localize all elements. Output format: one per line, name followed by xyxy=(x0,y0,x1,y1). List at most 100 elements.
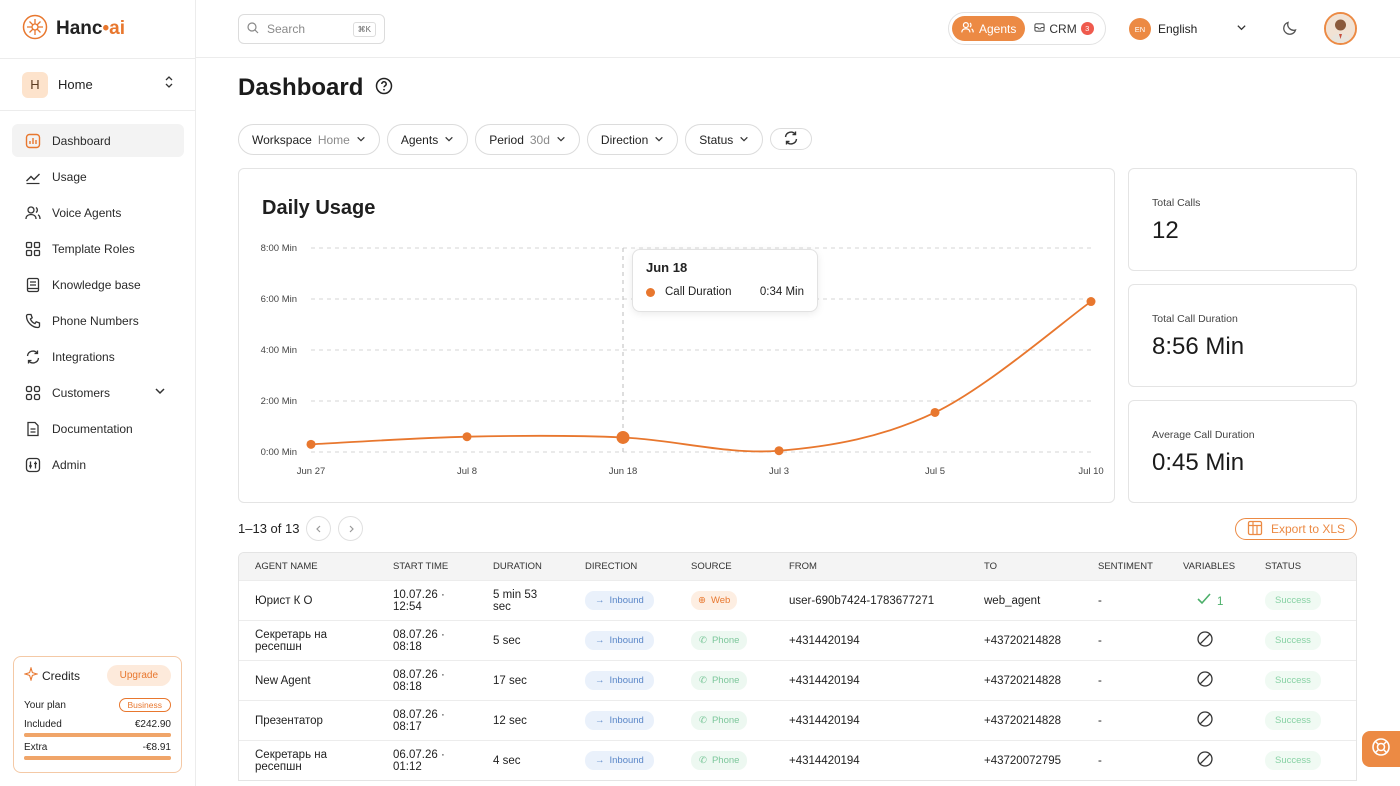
from-cell: +4314420194 xyxy=(789,634,860,647)
crm-tab[interactable]: CRM 3 xyxy=(1034,22,1094,36)
workspace-switcher[interactable]: H Home xyxy=(0,58,196,111)
column-header[interactable]: To xyxy=(984,561,1098,572)
filter-status[interactable]: Status xyxy=(685,124,764,155)
status-cell: Success xyxy=(1265,591,1345,610)
language-select[interactable]: EN English xyxy=(1129,18,1247,40)
variables-cell xyxy=(1183,711,1265,730)
sidebar-item-label: Dashboard xyxy=(52,133,111,148)
help-button[interactable] xyxy=(1362,731,1400,767)
x-tick-label: Jun 27 xyxy=(297,466,326,477)
filter-agents[interactable]: Agents xyxy=(386,124,469,155)
extra-label: Extra xyxy=(24,742,48,753)
stat-total-calls: Total Calls 12 xyxy=(1128,168,1357,271)
sidebar-item-admin[interactable]: Admin xyxy=(12,448,184,481)
table-row[interactable]: Секретарь на ресепшн 06.07.26 · 01:12 4 sec… xyxy=(239,740,1356,780)
table-row[interactable]: Юрист К О 10.07.26 · 12:54 5 min 53 sec → Inbo… xyxy=(239,580,1356,620)
column-header[interactable]: From xyxy=(789,561,984,572)
sidebar-item-customers[interactable]: Customers xyxy=(12,376,184,409)
column-header[interactable]: Sentiment xyxy=(1098,561,1183,572)
from-cell: user-690b7424-1783677271 xyxy=(789,594,935,607)
help-circle-icon[interactable] xyxy=(375,74,393,102)
y-tick-label: 8:00 Min xyxy=(261,243,297,254)
direction-badge: → Inbound xyxy=(585,711,654,730)
to-cell: +43720214828 xyxy=(984,634,1062,647)
crm-count-badge: 3 xyxy=(1080,22,1094,35)
sentiment-cell: - xyxy=(1098,594,1102,607)
start-time-cell: 06.07.26 · 01:12 xyxy=(393,749,493,773)
column-header[interactable]: Agent Name xyxy=(239,561,393,572)
table-row[interactable]: New Agent 08.07.26 · 08:18 17 sec → Inbound ✆ P… xyxy=(239,660,1356,700)
phone-icon: ✆ xyxy=(699,675,707,686)
sidebar-item-template-roles[interactable]: Template Roles xyxy=(12,232,184,265)
column-header[interactable]: Source xyxy=(691,561,789,572)
sidebar-item-label: Admin xyxy=(52,457,87,472)
column-header[interactable]: Start time xyxy=(393,561,493,572)
duration-value: 5 min 53 xyxy=(493,588,538,601)
source-label: Phone xyxy=(711,635,740,646)
y-tick-label: 4:00 Min xyxy=(261,345,297,356)
logo[interactable]: Hanc•ai xyxy=(22,14,125,45)
sidebar-item-dashboard[interactable]: Dashboard xyxy=(12,124,184,157)
refresh-button[interactable] xyxy=(770,128,813,150)
y-tick-label: 0:00 Min xyxy=(261,447,297,458)
chevron-down-icon xyxy=(739,133,749,147)
logo-icon xyxy=(22,14,48,45)
sentiment-cell: - xyxy=(1098,754,1102,767)
page-title: Dashboard xyxy=(238,74,393,102)
avatar[interactable] xyxy=(1324,12,1357,45)
search-placeholder: Search xyxy=(267,22,306,36)
from-cell: +4314420194 xyxy=(789,754,860,767)
data-point xyxy=(616,430,630,444)
direction-badge: → Inbound xyxy=(585,591,654,610)
y-tick-label: 6:00 Min xyxy=(261,294,297,305)
agents-tab[interactable]: Agents xyxy=(952,16,1026,41)
sentiment-cell: - xyxy=(1098,674,1102,687)
moon-icon[interactable] xyxy=(1282,20,1298,41)
column-header[interactable]: Status xyxy=(1265,561,1345,572)
direction-label: Inbound xyxy=(609,635,644,646)
direction-label: Inbound xyxy=(609,755,644,766)
filter-period[interactable]: Period 30d xyxy=(475,124,580,155)
duration-cell: 5 min 53 sec xyxy=(493,589,585,613)
extra-progress-fill xyxy=(24,756,171,760)
column-header[interactable]: Direction xyxy=(585,561,691,572)
no-variables-icon xyxy=(1197,751,1213,770)
stat-label: Total Calls xyxy=(1152,197,1201,209)
source-cell: ✆ Phone xyxy=(691,671,789,690)
chevron-down-icon[interactable] xyxy=(154,385,166,400)
column-header[interactable]: Variables xyxy=(1183,561,1265,572)
book-icon xyxy=(25,277,41,293)
sentiment-cell: - xyxy=(1098,714,1102,727)
topbar: Search ⌘K Agents CRM 3 EN English xyxy=(196,0,1400,58)
duration-cell: 5 sec xyxy=(493,635,585,647)
help-circle-icon xyxy=(1371,737,1391,762)
daily-usage-card: 0:00 Min 2:00 Min 4:00 Min 6:00 Min 8:00 Min… xyxy=(238,168,1115,503)
upgrade-button[interactable]: Upgrade xyxy=(106,665,171,686)
filter-direction[interactable]: Direction xyxy=(586,124,679,155)
filter-bar: Workspace Home Agents Period 30d Direction… xyxy=(238,124,813,155)
agent-name-cell: Секретарь на ресепшн xyxy=(255,748,328,773)
start-time-cell: 08.07.26 · 08:18 xyxy=(393,629,493,653)
sidebar-item-documentation[interactable]: Documentation xyxy=(12,412,184,445)
table-row[interactable]: Секретарь на ресепшн 08.07.26 · 08:18 5 sec… xyxy=(239,620,1356,660)
start-time-cell: 08.07.26 · 08:18 xyxy=(393,669,493,693)
to-cell: +43720214828 xyxy=(984,714,1062,727)
search-input[interactable]: Search ⌘K xyxy=(238,14,385,44)
trend-icon xyxy=(25,169,41,185)
sidebar-item-label: Voice Agents xyxy=(52,205,122,220)
inbox-icon xyxy=(1034,22,1045,36)
start-date: 06.07.26 · xyxy=(393,748,445,761)
sidebar-item-integrations[interactable]: Integrations xyxy=(12,340,184,373)
sidebar-item-voice-agents[interactable]: Voice Agents xyxy=(12,196,184,229)
prev-page-button[interactable] xyxy=(306,516,332,541)
next-page-button[interactable] xyxy=(338,516,364,541)
table-row[interactable]: Презентатор 08.07.26 · 08:17 12 sec → Inbound… xyxy=(239,700,1356,740)
stat-average-call-duration: Average Call Duration 0:45 Min xyxy=(1128,400,1357,503)
filter-workspace[interactable]: Workspace Home xyxy=(238,124,380,155)
from-cell: +4314420194 xyxy=(789,674,860,687)
sidebar-item-knowledge-base[interactable]: Knowledge base xyxy=(12,268,184,301)
sidebar-item-phone-numbers[interactable]: Phone Numbers xyxy=(12,304,184,337)
column-header[interactable]: Duration xyxy=(493,561,585,572)
export-xls-button[interactable]: Export to XLS xyxy=(1235,518,1357,540)
sidebar-item-usage[interactable]: Usage xyxy=(12,160,184,193)
